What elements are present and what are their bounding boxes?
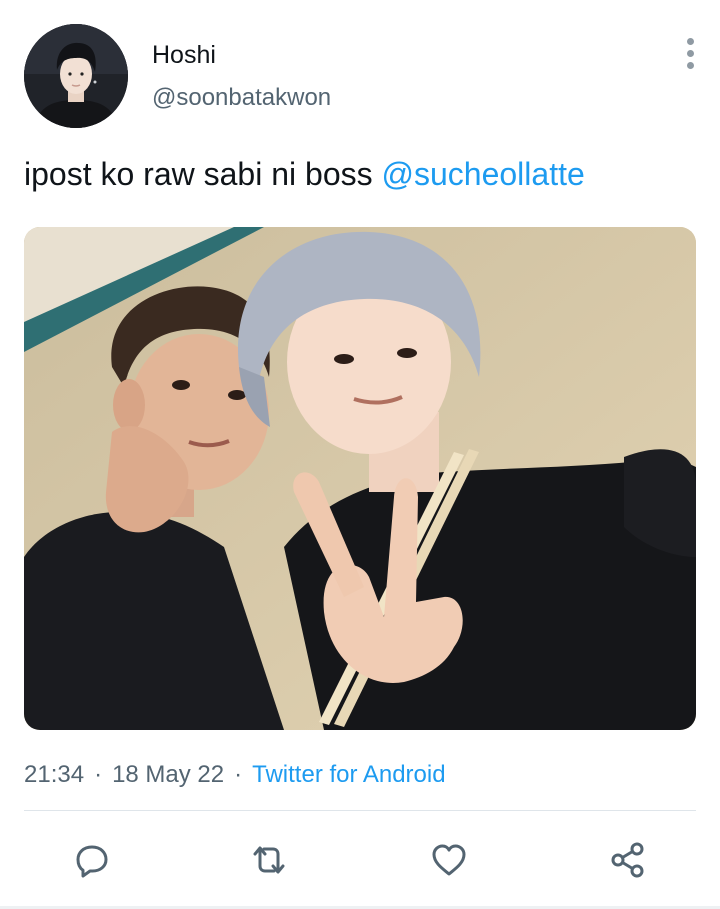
more-dot-icon	[686, 62, 694, 69]
reply-icon	[76, 845, 108, 878]
photo-image	[24, 227, 696, 730]
heart-icon	[432, 844, 466, 876]
tweet-source-link[interactable]: Twitter for Android	[252, 761, 445, 788]
avatar-image	[24, 24, 128, 128]
author-display-name[interactable]: Hoshi	[152, 40, 331, 70]
tweet-date: 18 May 22	[112, 761, 225, 788]
retweet-button[interactable]	[249, 840, 289, 880]
more-dot-icon	[686, 50, 694, 57]
mention-link[interactable]: @sucheollatte	[382, 156, 585, 192]
share-icon	[611, 842, 644, 878]
tweet-body: ipost ko raw sabi ni boss	[24, 156, 373, 192]
more-options-button[interactable]	[680, 38, 700, 72]
reply-button[interactable]	[72, 840, 112, 880]
divider	[24, 810, 696, 811]
meta-separator: ·	[94, 761, 103, 788]
author-names: Hoshi @soonbatakwon	[152, 40, 331, 112]
retweet-icon	[253, 846, 285, 874]
tweet-time: 21:34	[24, 761, 85, 788]
tweet-photo[interactable]	[24, 227, 696, 730]
share-button[interactable]	[608, 840, 648, 880]
author-handle[interactable]: @soonbatakwon	[152, 84, 331, 112]
tweet-detail: Hoshi @soonbatakwon ipost ko raw sabi ni…	[0, 0, 720, 909]
tweet-actions	[24, 830, 696, 890]
like-button[interactable]	[429, 840, 469, 880]
tweet-header: Hoshi @soonbatakwon	[24, 24, 696, 128]
more-dot-icon	[686, 38, 694, 45]
tweet-meta: 21:34 · 18 May 22 · Twitter for Android	[24, 760, 446, 790]
tweet-text: ipost ko raw sabi ni boss @sucheollatte	[24, 154, 585, 194]
meta-separator: ·	[234, 761, 243, 788]
avatar[interactable]	[24, 24, 128, 128]
